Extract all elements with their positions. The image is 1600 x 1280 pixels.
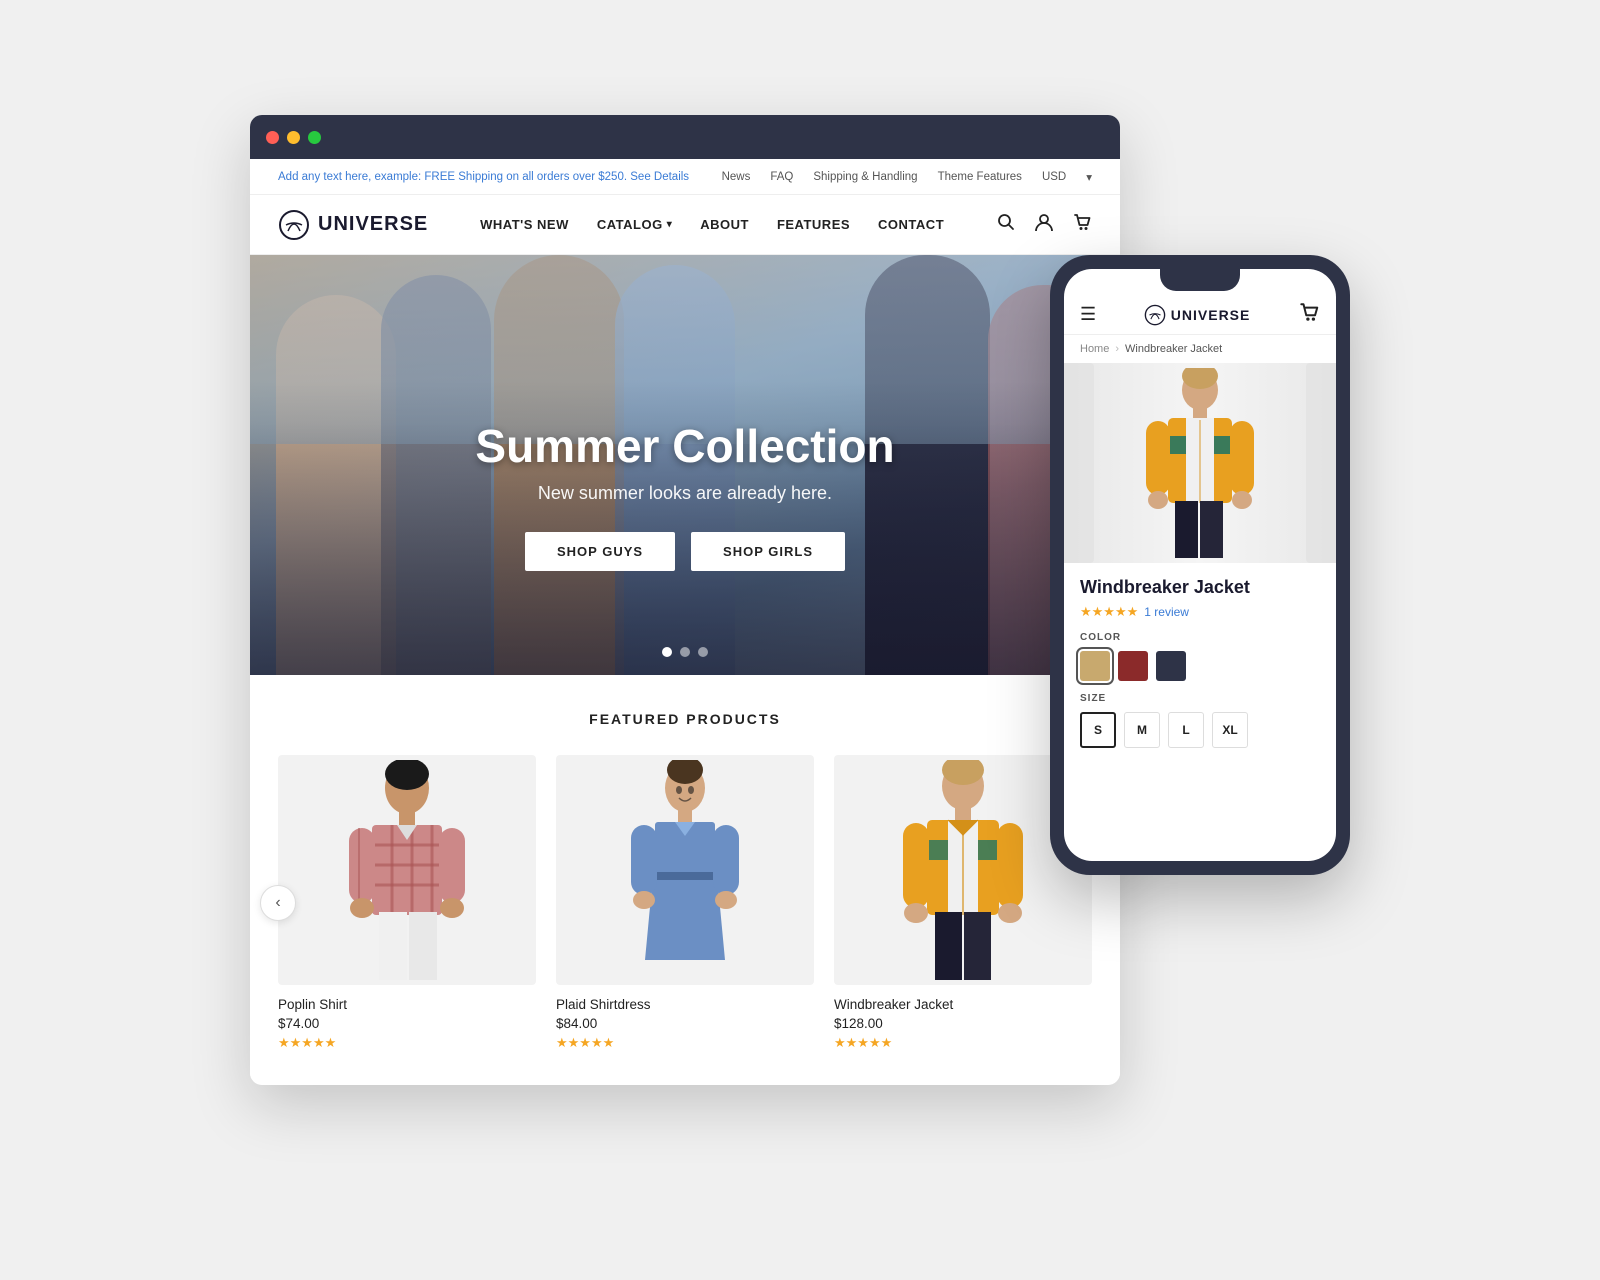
mobile-phone: ☰ UNIVERSE	[1050, 255, 1350, 875]
product-name-jacket: Windbreaker Jacket	[834, 997, 1092, 1012]
logo-text: UNIVERSE	[318, 213, 428, 236]
hero-subtitle: New summer looks are already here.	[475, 483, 894, 504]
hero-dot-1[interactable]	[662, 647, 672, 657]
hero-content: Summer Collection New summer looks are a…	[475, 419, 894, 571]
util-link-faq[interactable]: FAQ	[770, 171, 793, 183]
hero-section: Summer Collection New summer looks are a…	[250, 255, 1120, 675]
hamburger-icon[interactable]: ☰	[1080, 304, 1096, 325]
promo-message: Add any text here, example: FREE Shippin…	[278, 171, 689, 183]
browser-chrome	[250, 115, 1120, 159]
product-stars-dress: ★★★★★	[556, 1035, 814, 1051]
shop-girls-button[interactable]: SHOP GIRLS	[691, 532, 845, 571]
utility-bar: Add any text here, example: FREE Shippin…	[250, 159, 1120, 195]
nav-icons	[996, 212, 1092, 237]
product-card-shirt: Poplin Shirt $74.00 ★★★★★	[278, 755, 536, 1051]
shirt-person-svg	[337, 760, 477, 980]
product-card-dress: Plaid Shirtdress $84.00 ★★★★★	[556, 755, 814, 1051]
phone-jacket-svg	[1140, 368, 1260, 558]
size-btn-m[interactable]: M	[1124, 712, 1160, 748]
breadcrumb-separator: ›	[1115, 343, 1119, 355]
phone-product-info: Windbreaker Jacket ★★★★★ 1 review COLOR …	[1064, 563, 1336, 861]
breadcrumb-home[interactable]: Home	[1080, 343, 1109, 355]
phone-logo-text: UNIVERSE	[1171, 307, 1251, 323]
nav-about[interactable]: ABOUT	[700, 217, 749, 232]
featured-products-section: FEATURED PRODUCTS ‹	[250, 675, 1120, 1079]
prev-button[interactable]: ‹	[260, 885, 296, 921]
phone-product-name: Windbreaker Jacket	[1080, 577, 1320, 598]
logo[interactable]: UNIVERSE	[278, 209, 428, 241]
browser-window: Add any text here, example: FREE Shippin…	[250, 115, 1120, 1085]
utility-links: News FAQ Shipping & Handling Theme Featu…	[722, 170, 1092, 184]
phone-review-count[interactable]: 1 review	[1144, 605, 1189, 619]
main-nav: UNIVERSE WHAT'S NEW CATALOG ▾ ABOUT FEAT…	[250, 195, 1120, 255]
size-options: S M L XL	[1080, 712, 1320, 748]
maximize-button-dot[interactable]	[308, 131, 321, 144]
size-btn-s[interactable]: S	[1080, 712, 1116, 748]
product-price-dress: $84.00	[556, 1016, 814, 1031]
product-price-jacket: $128.00	[834, 1016, 1092, 1031]
cart-icon[interactable]	[1072, 212, 1092, 237]
phone-rating-row: ★★★★★ 1 review	[1080, 604, 1320, 620]
search-icon[interactable]	[996, 212, 1016, 237]
color-label: COLOR	[1080, 632, 1320, 643]
nav-features[interactable]: FEATURES	[777, 217, 850, 232]
size-btn-xl[interactable]: XL	[1212, 712, 1248, 748]
phone-product-image[interactable]	[1064, 363, 1336, 563]
hero-dots	[662, 647, 708, 657]
size-btn-l[interactable]: L	[1168, 712, 1204, 748]
breadcrumb: Home › Windbreaker Jacket	[1064, 335, 1336, 363]
nav-whats-new[interactable]: WHAT'S NEW	[480, 217, 569, 232]
hero-buttons: SHOP GUYS SHOP GIRLS	[475, 532, 894, 571]
dress-person-svg	[615, 760, 755, 980]
util-link-shipping[interactable]: Shipping & Handling	[813, 171, 917, 183]
breadcrumb-current: Windbreaker Jacket	[1125, 343, 1222, 355]
currency-chevron-icon: ▾	[1086, 170, 1092, 184]
product-image-dress[interactable]	[556, 755, 814, 985]
phone-logo[interactable]: UNIVERSE	[1144, 304, 1251, 326]
nav-contact[interactable]: CONTACT	[878, 217, 944, 232]
close-button-dot[interactable]	[266, 131, 279, 144]
product-stars-shirt: ★★★★★	[278, 1035, 536, 1051]
phone-nav: ☰ UNIVERSE	[1064, 291, 1336, 335]
color-swatch-red[interactable]	[1118, 651, 1148, 681]
nav-links: WHAT'S NEW CATALOG ▾ ABOUT FEATURES CONT…	[480, 217, 944, 232]
product-price-shirt: $74.00	[278, 1016, 536, 1031]
catalog-dropdown-icon: ▾	[667, 219, 673, 230]
shop-guys-button[interactable]: SHOP GUYS	[525, 532, 675, 571]
hero-dot-3[interactable]	[698, 647, 708, 657]
product-image-shirt[interactable]	[278, 755, 536, 985]
nav-catalog[interactable]: CATALOG ▾	[597, 217, 672, 232]
currency-selector[interactable]: USD	[1042, 171, 1066, 183]
phone-cart-icon[interactable]	[1298, 301, 1320, 328]
jacket-person-svg	[893, 760, 1033, 980]
scene: Add any text here, example: FREE Shippin…	[250, 115, 1350, 1165]
product-stars-jacket: ★★★★★	[834, 1035, 1092, 1051]
util-link-news[interactable]: News	[722, 171, 751, 183]
color-swatch-gold[interactable]	[1080, 651, 1110, 681]
product-name-shirt: Poplin Shirt	[278, 997, 536, 1012]
account-icon[interactable]	[1034, 212, 1054, 237]
phone-notch	[1160, 269, 1240, 291]
section-title: FEATURED PRODUCTS	[278, 711, 1092, 727]
phone-stars: ★★★★★	[1080, 604, 1138, 620]
color-swatches	[1080, 651, 1320, 681]
logo-icon	[278, 209, 310, 241]
hero-dot-2[interactable]	[680, 647, 690, 657]
minimize-button-dot[interactable]	[287, 131, 300, 144]
promo-text: Add any text here, example: FREE Shippin…	[278, 171, 627, 183]
phone-screen: ☰ UNIVERSE	[1064, 269, 1336, 861]
hero-title: Summer Collection	[475, 419, 894, 473]
size-label: SIZE	[1080, 693, 1320, 704]
util-link-theme[interactable]: Theme Features	[938, 171, 1022, 183]
products-row: ‹	[278, 755, 1092, 1051]
product-name-dress: Plaid Shirtdress	[556, 997, 814, 1012]
phone-logo-icon	[1144, 304, 1166, 326]
promo-link[interactable]: See Details	[630, 171, 689, 183]
color-swatch-dark[interactable]	[1156, 651, 1186, 681]
